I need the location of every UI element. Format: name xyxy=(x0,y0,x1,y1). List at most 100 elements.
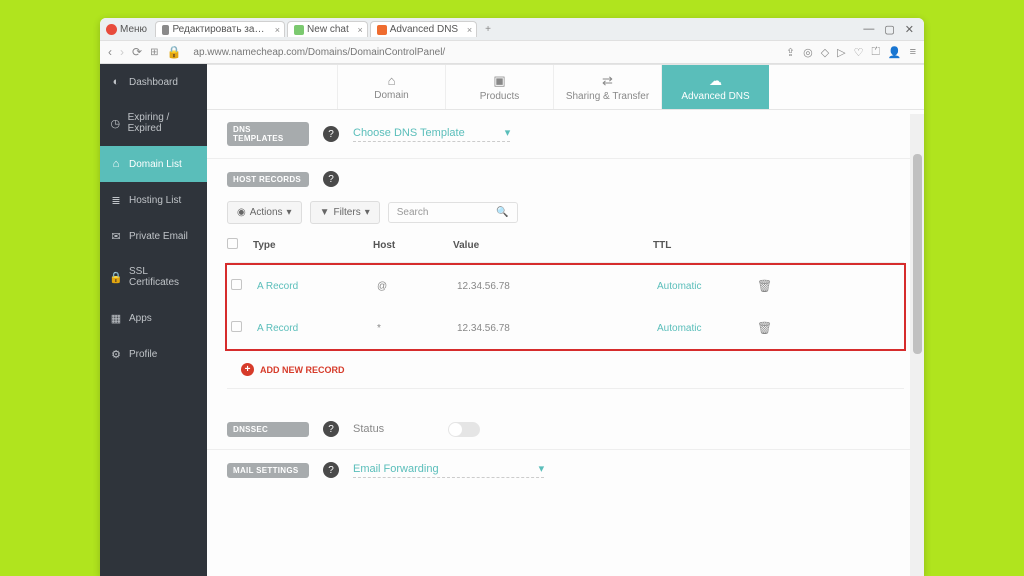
add-record-label: ADD NEW RECORD xyxy=(260,365,345,375)
sidebar-label: Dashboard xyxy=(129,77,178,88)
lock-icon: 🔒 xyxy=(110,271,122,283)
tab-advanced-dns[interactable]: ☁ Advanced DNS xyxy=(661,65,769,109)
host-records-table: Type Host Value TTL xyxy=(227,238,904,263)
sidebar-item-expiring[interactable]: ◷ Expiring / Expired xyxy=(100,100,207,146)
close-window-icon[interactable]: ✕ xyxy=(905,23,914,36)
col-host: Host xyxy=(373,240,453,251)
add-record-button[interactable]: + ADD NEW RECORD xyxy=(207,351,924,388)
close-icon[interactable]: × xyxy=(467,25,472,35)
share-icon: ⇄ xyxy=(602,73,613,89)
sidebar-item-email[interactable]: ✉ Private Email xyxy=(100,218,207,254)
sidebar-label: Expiring / Expired xyxy=(128,112,197,134)
cell-type[interactable]: A Record xyxy=(257,323,377,334)
tab-label: Advanced DNS xyxy=(390,24,458,35)
cell-value[interactable]: 12.34.56.78 xyxy=(457,323,657,334)
home-icon: ⌂ xyxy=(388,73,396,88)
tab-domain[interactable]: ⌂ Domain xyxy=(337,65,445,109)
browser-window: Меню Редактировать запись "Б… × New chat… xyxy=(100,18,924,576)
tab-label: New chat xyxy=(307,24,349,35)
forward-icon[interactable]: › xyxy=(120,45,124,59)
cell-value[interactable]: 12.34.56.78 xyxy=(457,281,657,292)
heart-icon[interactable]: ♡ xyxy=(854,46,864,59)
col-value: Value xyxy=(453,240,653,251)
section-title-pill: MAIL SETTINGS xyxy=(227,463,309,478)
extension-icon[interactable]: ⇪ xyxy=(786,46,795,59)
minimize-icon[interactable]: — xyxy=(863,23,874,36)
section-title-pill: DNS TEMPLATES xyxy=(227,122,309,146)
chevron-down-icon: ▾ xyxy=(287,207,292,218)
scroll-thumb[interactable] xyxy=(913,154,922,354)
trash-icon[interactable]: 🗑 xyxy=(757,279,787,293)
section-host-records: HOST RECORDS ? ◉ Actions ▾ ▼ Filters ▾ xyxy=(207,159,924,224)
help-icon[interactable]: ? xyxy=(323,171,339,187)
button-label: Actions xyxy=(250,207,283,218)
trash-icon[interactable]: 🗑 xyxy=(757,321,787,335)
avatar-icon[interactable]: 👤 xyxy=(888,46,902,59)
cell-ttl[interactable]: Automatic xyxy=(657,323,757,334)
sidebar-item-profile[interactable]: ⚙ Profile xyxy=(100,336,207,372)
help-icon[interactable]: ? xyxy=(323,126,339,142)
close-icon[interactable]: × xyxy=(275,25,280,35)
cell-host[interactable]: @ xyxy=(377,281,457,292)
section-title-pill: DNSSEC xyxy=(227,422,309,437)
cell-ttl[interactable]: Automatic xyxy=(657,281,757,292)
row-checkbox[interactable] xyxy=(231,279,242,290)
tab-sharing[interactable]: ⇄ Sharing & Transfer xyxy=(553,65,661,109)
maximize-icon[interactable]: ▢ xyxy=(884,23,894,36)
browser-tab-active[interactable]: Advanced DNS × xyxy=(370,21,477,37)
sidebar-label: Profile xyxy=(129,349,157,360)
dns-template-select[interactable]: Choose DNS Template ▾ xyxy=(353,126,510,142)
table-row[interactable]: A Record * 12.34.56.78 Automatic 🗑 xyxy=(227,307,904,349)
sidebar-item-ssl[interactable]: 🔒 SSL Certificates xyxy=(100,254,207,300)
browser-titlebar: Меню Редактировать запись "Б… × New chat… xyxy=(100,18,924,40)
toptab-label: Sharing & Transfer xyxy=(566,91,649,102)
actions-button[interactable]: ◉ Actions ▾ xyxy=(227,201,302,224)
help-icon[interactable]: ? xyxy=(323,421,339,437)
url-input[interactable]: ap.www.namecheap.com/Domains/DomainContr… xyxy=(189,47,777,58)
select-all-checkbox[interactable] xyxy=(227,238,238,249)
sidebar-item-dashboard[interactable]: ◐ Dashboard xyxy=(100,64,207,100)
search-input[interactable]: Search 🔍 xyxy=(388,202,518,223)
select-label: Choose DNS Template xyxy=(353,127,465,139)
browser-tab[interactable]: Редактировать запись "Б… × xyxy=(155,21,285,37)
camera-icon[interactable]: ◎ xyxy=(803,46,813,59)
filters-button[interactable]: ▼ Filters ▾ xyxy=(310,201,380,224)
sidebar-item-hosting[interactable]: ≣ Hosting List xyxy=(100,182,207,218)
close-icon[interactable]: × xyxy=(357,25,362,35)
cube-icon[interactable]: ⏍ xyxy=(872,46,880,59)
reload-icon[interactable]: ⟳ xyxy=(132,45,142,59)
row-checkbox[interactable] xyxy=(231,321,242,332)
page-body: ◐ Dashboard ◷ Expiring / Expired ⌂ Domai… xyxy=(100,64,924,576)
chevron-down-icon: ▾ xyxy=(505,126,511,139)
sidebar-label: Apps xyxy=(129,313,152,324)
toptab-label: Advanced DNS xyxy=(681,91,749,102)
tab-products[interactable]: ▣ Products xyxy=(445,65,553,109)
help-icon[interactable]: ? xyxy=(323,462,339,478)
sidebar-label: Hosting List xyxy=(129,195,181,206)
new-tab-button[interactable]: + xyxy=(479,24,497,35)
sidebar-item-domain-list[interactable]: ⌂ Domain List xyxy=(100,146,207,182)
filter-icon: ▼ xyxy=(320,207,330,218)
person-icon xyxy=(162,25,169,35)
back-icon[interactable]: ‹ xyxy=(108,45,112,59)
cell-type[interactable]: A Record xyxy=(257,281,377,292)
menu-label: Меню xyxy=(120,24,147,35)
cell-host[interactable]: * xyxy=(377,323,457,334)
dnssec-toggle[interactable] xyxy=(448,422,480,437)
play-icon[interactable]: ▷ xyxy=(837,46,845,59)
sidebar-label: Domain List xyxy=(129,159,182,170)
opera-menu-button[interactable]: Меню xyxy=(106,24,147,35)
tabs-spacer xyxy=(207,65,337,109)
home-icon[interactable]: ⊞ xyxy=(150,47,158,58)
mail-icon: ✉ xyxy=(110,230,122,242)
table-row[interactable]: A Record @ 12.34.56.78 Automatic 🗑 xyxy=(227,265,904,307)
shield-icon[interactable]: ◇ xyxy=(821,46,829,59)
mail-select[interactable]: Email Forwarding ▾ xyxy=(353,462,544,478)
lock-icon: 🔒 xyxy=(166,45,181,59)
scrollbar[interactable] xyxy=(910,114,924,576)
highlighted-records-box: A Record @ 12.34.56.78 Automatic 🗑 A Rec… xyxy=(225,263,906,351)
browser-tab[interactable]: New chat × xyxy=(287,21,368,37)
sidebar-item-apps[interactable]: ▦ Apps xyxy=(100,300,207,336)
toptab-label: Products xyxy=(480,91,519,102)
menu-icon[interactable]: ≡ xyxy=(910,46,916,59)
